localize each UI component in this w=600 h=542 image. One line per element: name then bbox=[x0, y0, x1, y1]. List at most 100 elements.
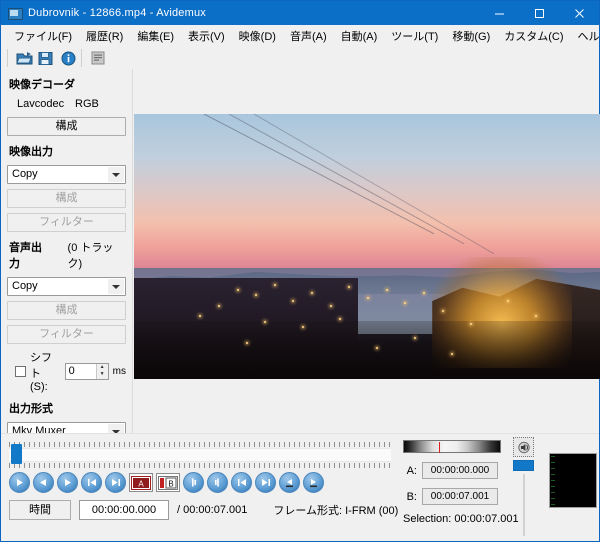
audio-output-header: 音声出力 (0 トラック) bbox=[9, 239, 126, 271]
timeline-handle[interactable] bbox=[11, 444, 22, 464]
stepper-buttons[interactable]: ▲ ▼ bbox=[96, 364, 108, 379]
video-decoder-configure-button[interactable]: 構成 bbox=[7, 117, 126, 136]
time-mode-button[interactable]: 時間 bbox=[9, 500, 71, 520]
output-format-title: 出力形式 bbox=[9, 400, 126, 416]
menu-item-go[interactable]: 移動(G) bbox=[445, 26, 497, 46]
video-output-filter-button[interactable]: フィルター bbox=[7, 213, 126, 232]
menu-item-auto[interactable]: 自動(A) bbox=[334, 26, 385, 46]
video-decoder-colorspace: RGB bbox=[75, 98, 99, 110]
audio-shift-checkbox[interactable] bbox=[15, 366, 26, 377]
menu-item-view[interactable]: 表示(V) bbox=[181, 26, 232, 46]
transport-bar: A B bbox=[1, 433, 599, 541]
window-controls bbox=[479, 1, 599, 25]
save-file-icon[interactable] bbox=[35, 48, 57, 68]
tool-bar bbox=[1, 47, 599, 70]
audio-level-meter bbox=[549, 453, 597, 508]
previous-black-frame-button[interactable] bbox=[231, 472, 252, 493]
configuration-sidebar: 映像デコーダ Lavcodec RGB 構成 映像出力 Copy 構成 フィルタ… bbox=[1, 69, 133, 434]
video-decoder-title: 映像デコーダ bbox=[9, 76, 126, 92]
audio-output-filter-button[interactable]: フィルター bbox=[7, 325, 126, 344]
maximize-button[interactable] bbox=[519, 1, 559, 25]
avidemux-icon bbox=[8, 6, 22, 20]
svg-text:B: B bbox=[168, 479, 173, 488]
stepper-up-icon[interactable]: ▲ bbox=[97, 364, 108, 372]
chevron-down-icon[interactable] bbox=[108, 167, 124, 182]
meter-scale bbox=[551, 456, 555, 507]
volume-track[interactable] bbox=[523, 474, 525, 536]
properties-icon[interactable] bbox=[87, 48, 109, 68]
current-time-input[interactable]: 00:00:00.000 bbox=[79, 500, 169, 520]
audio-shift-value: 0 bbox=[69, 365, 75, 377]
selection-summary: Selection: 00:00:07.001 bbox=[403, 513, 503, 525]
next-frame-button[interactable] bbox=[57, 472, 78, 493]
video-output-configure-button[interactable]: 構成 bbox=[7, 189, 126, 208]
chevron-down-icon-audio[interactable] bbox=[108, 279, 124, 294]
video-output-title: 映像出力 bbox=[9, 143, 126, 159]
title-bar: Dubrovnik - 12866.mp4 - Avidemux bbox=[1, 1, 599, 25]
previous-keyframe-button[interactable] bbox=[81, 472, 102, 493]
menu-item-recent[interactable]: 履歴(R) bbox=[79, 26, 130, 46]
timeline-ticks-bottom bbox=[9, 461, 391, 468]
svg-text:A: A bbox=[138, 479, 144, 488]
audio-shift-unit: ms bbox=[113, 366, 126, 377]
stepper-down-icon[interactable]: ▼ bbox=[97, 371, 108, 379]
close-button[interactable] bbox=[559, 1, 599, 25]
audio-shift-row: シフト(S): 0 ▲ ▼ ms bbox=[15, 349, 126, 393]
set-marker-b-button[interactable]: B bbox=[156, 473, 180, 492]
toolbar-divider bbox=[7, 49, 11, 67]
marker-b-value[interactable]: 00:00:07.001 bbox=[422, 488, 498, 505]
menu-item-file[interactable]: ファイル(F) bbox=[7, 26, 79, 46]
audio-output-configure-button[interactable]: 構成 bbox=[7, 301, 126, 320]
audio-output-codec-value: Copy bbox=[12, 280, 38, 292]
total-duration-label: / 00:00:07.001 bbox=[177, 504, 247, 516]
menu-bar: ファイル(F) 履歴(R) 編集(E) 表示(V) 映像(D) 音声(A) 自動… bbox=[1, 25, 599, 47]
timeline-track[interactable] bbox=[9, 448, 391, 462]
go-to-marker-a-button[interactable] bbox=[183, 472, 204, 493]
previous-frame-button[interactable] bbox=[33, 472, 54, 493]
info-icon[interactable] bbox=[57, 48, 79, 68]
minimize-button[interactable] bbox=[479, 1, 519, 25]
timeline-ticks-top bbox=[9, 440, 391, 447]
navigation-gradient-bar[interactable] bbox=[403, 440, 501, 453]
toolbar-divider-2 bbox=[81, 49, 85, 67]
audio-shift-label: シフト(S): bbox=[30, 349, 59, 393]
menu-item-video[interactable]: 映像(D) bbox=[232, 26, 283, 46]
main-area: 映像デコーダ Lavcodec RGB 構成 映像出力 Copy 構成 フィルタ… bbox=[1, 69, 599, 434]
previous-cut-point-button[interactable] bbox=[279, 472, 300, 493]
marker-a-row: A: 00:00:00.000 bbox=[403, 462, 503, 479]
video-output-codec-select[interactable]: Copy bbox=[7, 165, 126, 184]
play-button[interactable] bbox=[9, 472, 30, 493]
frame-type-label: フレーム形式: I-FRM (00) bbox=[273, 502, 398, 518]
go-to-marker-b-button[interactable] bbox=[207, 472, 228, 493]
open-file-icon[interactable] bbox=[13, 48, 35, 68]
audio-output-codec-select[interactable]: Copy bbox=[7, 277, 126, 296]
timeline-slider[interactable] bbox=[9, 440, 391, 468]
next-black-frame-button[interactable] bbox=[255, 472, 276, 493]
transport-buttons: A B bbox=[9, 472, 324, 493]
selection-panel: A: 00:00:00.000 B: 00:00:07.001 Selectio… bbox=[403, 440, 503, 525]
time-display-row: 時間 00:00:00.000 / 00:00:07.001 フレーム形式: I… bbox=[9, 500, 398, 520]
next-keyframe-button[interactable] bbox=[105, 472, 126, 493]
next-cut-point-button[interactable] bbox=[303, 472, 324, 493]
window-title: Dubrovnik - 12866.mp4 - Avidemux bbox=[28, 7, 206, 19]
menu-item-custom[interactable]: カスタム(C) bbox=[497, 26, 570, 46]
menu-item-edit[interactable]: 編集(E) bbox=[130, 26, 181, 46]
video-decoder-codec: Lavcodec bbox=[17, 98, 75, 110]
video-preview[interactable] bbox=[134, 114, 600, 379]
marker-b-label: B: bbox=[403, 491, 417, 503]
video-output-codec-value: Copy bbox=[12, 168, 38, 180]
menu-item-audio[interactable]: 音声(A) bbox=[283, 26, 334, 46]
menu-item-tools[interactable]: ツール(T) bbox=[384, 26, 445, 46]
preview-city-lights bbox=[134, 114, 600, 379]
marker-a-label: A: bbox=[403, 465, 417, 477]
marker-a-value[interactable]: 00:00:00.000 bbox=[422, 462, 498, 479]
volume-slider[interactable] bbox=[513, 460, 534, 471]
audio-shift-stepper[interactable]: 0 ▲ ▼ bbox=[65, 363, 109, 380]
set-marker-a-button[interactable]: A bbox=[129, 473, 153, 492]
volume-control bbox=[513, 437, 541, 537]
audio-output-track-count: (0 トラック) bbox=[68, 239, 126, 271]
menu-item-help[interactable]: ヘルプ(H) bbox=[571, 26, 600, 46]
avidemux-window: Dubrovnik - 12866.mp4 - Avidemux ファイル(F)… bbox=[0, 0, 600, 542]
video-decoder-info: Lavcodec RGB bbox=[17, 98, 126, 110]
speaker-icon[interactable] bbox=[513, 437, 534, 457]
